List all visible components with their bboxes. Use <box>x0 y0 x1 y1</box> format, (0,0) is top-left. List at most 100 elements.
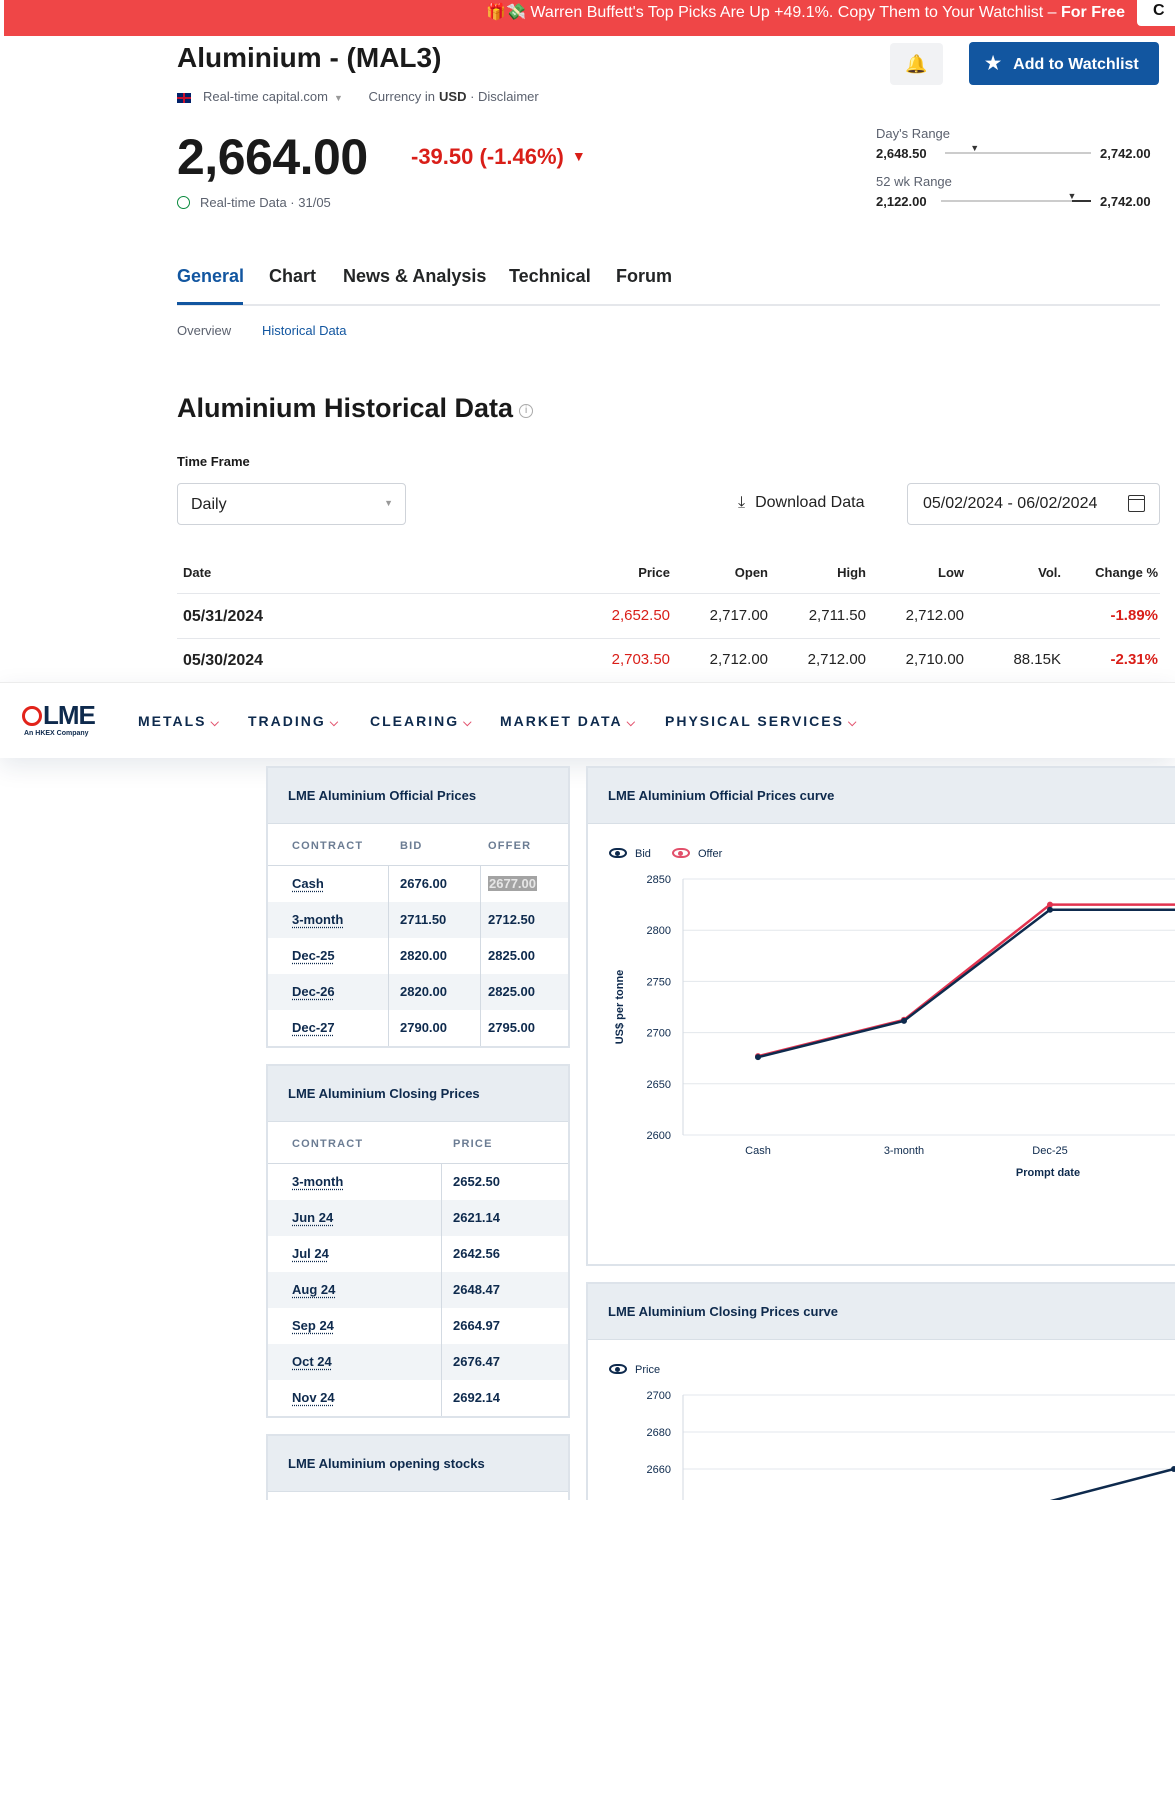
realtime-line: Real-time Data · 31/05 <box>177 195 331 210</box>
historical-title: Aluminium Historical Data i <box>177 393 534 424</box>
lme-nav-trading[interactable]: TRADING ⌵ <box>248 713 338 730</box>
data-point-price <box>1171 1466 1175 1472</box>
column-divider <box>441 1164 442 1416</box>
col-header-open[interactable]: Open <box>735 565 768 580</box>
days-range-high: 2,742.00 <box>1100 146 1151 161</box>
contract-link[interactable]: 3-month <box>292 912 343 927</box>
row-vol: 88.15K <box>1013 651 1061 668</box>
tab-chart[interactable]: Chart <box>269 266 316 287</box>
bell-plus-icon: 🔔 <box>905 54 928 74</box>
lme-logo-word: LME <box>22 700 96 731</box>
instrument-title: Aluminium - (MAL3) <box>177 42 442 73</box>
promo-text[interactable]: 🎁💸 Warren Buffett's Top Picks Are Up +49… <box>486 2 1125 22</box>
lme-navbar: LME An HKEX Company METALS ⌵ TRADING ⌵ CLE… <box>0 682 1175 758</box>
price-change-value: -39.50 (-1.46%) <box>411 144 564 169</box>
watchlist-label: Add to Watchlist <box>1013 56 1139 73</box>
data-point-bid <box>901 1017 907 1024</box>
panel-title: LME Aluminium Official Prices <box>268 768 568 824</box>
bid-value: 2711.50 <box>400 912 447 927</box>
lme-nav-label: PHYSICAL SERVICES <box>665 713 844 729</box>
source-line: Real-time capital.com ▼ Currency in USD · … <box>177 89 539 104</box>
col-header-date[interactable]: Date <box>183 565 211 580</box>
table-row: Dec-26 2820.00 2825.00 <box>268 974 568 1010</box>
contract-link[interactable]: Jun 24 <box>292 1210 333 1225</box>
lme-nav-clearing[interactable]: CLEARING ⌵ <box>370 713 471 730</box>
contract-link[interactable]: 3-month <box>292 1174 343 1189</box>
promo-cta-button[interactable]: C <box>1137 0 1175 26</box>
data-point-offer <box>1047 901 1053 908</box>
tab-forum[interactable]: Forum <box>616 266 672 287</box>
promo-banner[interactable]: 🎁💸 Warren Buffett's Top Picks Are Up +49… <box>4 0 1175 36</box>
contract-link[interactable]: Dec-27 <box>292 1020 335 1035</box>
historical-title-text: Aluminium Historical Data <box>177 393 514 423</box>
add-to-watchlist-button[interactable]: ★ Add to Watchlist <box>969 42 1159 85</box>
row-low: 2,712.00 <box>905 607 964 624</box>
lme-nav-physical-services[interactable]: PHYSICAL SERVICES ⌵ <box>665 713 856 730</box>
x-axis-label: Prompt date <box>1016 1167 1080 1179</box>
promo-message: Warren Buffett's Top Picks Are Up +49.1%… <box>530 4 1061 21</box>
offer-value: 2795.00 <box>488 1020 535 1035</box>
subnav-historical-data[interactable]: Historical Data <box>262 323 347 338</box>
source-dropdown[interactable]: Real-time capital.com ▼ <box>203 89 343 104</box>
table-row: Nov 24 2692.14 <box>268 1380 568 1416</box>
table-row: Jul 24 2642.56 <box>268 1236 568 1272</box>
contract-link[interactable]: Nov 24 <box>292 1390 335 1405</box>
col-header-high[interactable]: High <box>837 565 866 580</box>
table-row: 3-month 2652.50 <box>268 1164 568 1200</box>
lme-nav-metals[interactable]: METALS ⌵ <box>138 713 219 730</box>
x-tick-label: Cash <box>745 1145 771 1157</box>
y-tick-label: 2600 <box>647 1130 671 1142</box>
disclaimer-link[interactable]: · Disclaimer <box>470 89 539 104</box>
timeframe-label: Time Frame <box>177 454 250 469</box>
wk52-range-high: 2,742.00 <box>1100 194 1151 209</box>
info-icon[interactable]: i <box>519 404 534 418</box>
lme-nav-label: METALS <box>138 713 207 729</box>
contract-link[interactable]: Aug 24 <box>292 1282 335 1297</box>
y-tick-label: 2850 <box>647 874 671 886</box>
bid-value: 2820.00 <box>400 984 447 999</box>
col-header-low[interactable]: Low <box>938 565 964 580</box>
contract-link[interactable]: Sep 24 <box>292 1318 334 1333</box>
contract-link[interactable]: Dec-26 <box>292 984 335 999</box>
table-row: Cash 2676.00 2677.00 <box>268 866 568 902</box>
subnav-overview[interactable]: Overview <box>177 323 231 338</box>
timeframe-select[interactable]: Daily ▼ <box>177 483 406 525</box>
row-change: -1.89% <box>1110 607 1158 624</box>
price-value: 2664.97 <box>453 1318 500 1333</box>
offer-value: 2677.00 <box>488 876 537 891</box>
table-row: Oct 24 2676.47 <box>268 1344 568 1380</box>
currency-value: USD <box>439 89 467 104</box>
date-range-picker[interactable]: 05/02/2024 - 06/02/2024 <box>907 483 1160 525</box>
col-header-vol[interactable]: Vol. <box>1038 565 1061 580</box>
price-value: 2642.56 <box>453 1246 500 1261</box>
lme-nav-market-data[interactable]: MARKET DATA ⌵ <box>500 713 635 730</box>
chevron-down-icon: ⌵ <box>626 717 635 729</box>
download-data-button[interactable]: ⤓ Download Data <box>738 494 864 512</box>
realtime-label: Real-time Data · 31/05 <box>200 195 331 210</box>
days-range-label: Day's Range <box>876 126 951 141</box>
table-row: Dec-25 2820.00 2825.00 <box>268 938 568 974</box>
contract-link[interactable]: Dec-25 <box>292 948 335 963</box>
y-tick-label: 2700 <box>647 1028 671 1040</box>
tab-news-analysis[interactable]: News & Analysis <box>343 266 486 287</box>
col-header-price[interactable]: Price <box>638 565 670 580</box>
tab-general[interactable]: General <box>177 266 244 287</box>
contract-link[interactable]: Oct 24 <box>292 1354 332 1369</box>
days-range-low: 2,648.50 <box>876 146 927 161</box>
price-alert-button[interactable]: 🔔 <box>890 43 943 85</box>
contract-link[interactable]: Cash <box>292 876 324 891</box>
col-header-change[interactable]: Change % <box>1095 565 1158 580</box>
contract-link[interactable]: Jul 24 <box>292 1246 329 1261</box>
tab-technical[interactable]: Technical <box>509 266 591 287</box>
lme-logo[interactable]: LME An HKEX Company <box>22 700 102 743</box>
series-line-price <box>1049 1467 1175 1500</box>
col-header-offer: OFFER <box>488 840 532 852</box>
table-divider <box>177 593 1160 594</box>
offer-value: 2825.00 <box>488 984 535 999</box>
row-price: 2,652.50 <box>611 607 670 624</box>
date-range-value: 05/02/2024 - 06/02/2024 <box>923 495 1098 512</box>
y-tick-label: 2680 <box>647 1427 671 1439</box>
price-value: 2652.50 <box>453 1174 500 1189</box>
clock-icon <box>177 196 190 209</box>
series-line-offer <box>757 903 1175 1058</box>
